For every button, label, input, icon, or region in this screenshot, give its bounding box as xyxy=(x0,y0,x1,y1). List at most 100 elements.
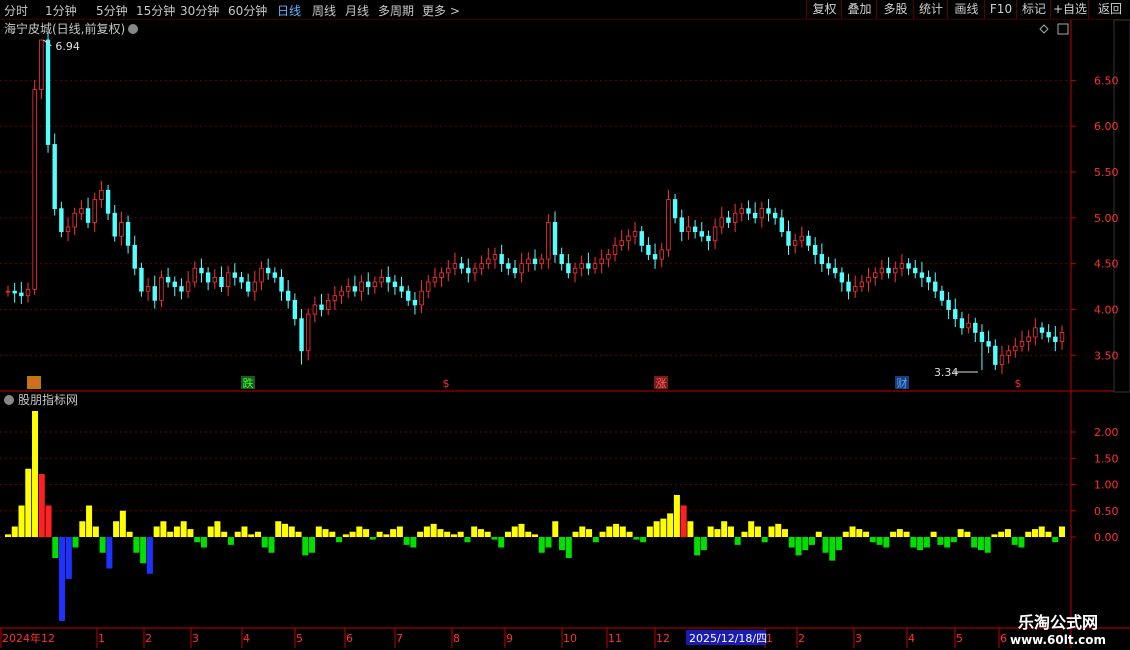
watermark-line2: www.60lt.com xyxy=(1009,633,1107,647)
candle-body xyxy=(412,299,418,306)
time-label-18: 6 xyxy=(1000,632,1007,645)
candle-body xyxy=(826,263,831,269)
candle-body xyxy=(265,267,271,274)
candle-body xyxy=(786,231,791,246)
candle-body xyxy=(712,226,718,242)
indicator-bar xyxy=(268,537,275,553)
price-tick-label-3: 5.00 xyxy=(1094,212,1119,225)
indicator-bar xyxy=(626,531,633,537)
candle-body xyxy=(486,258,491,265)
candle-body xyxy=(359,281,364,292)
candle-body xyxy=(1019,341,1025,347)
candle-body xyxy=(519,263,524,274)
candle-body xyxy=(172,281,177,287)
panel-toggle-icon[interactable] xyxy=(1057,23,1069,35)
indicator-bar xyxy=(45,505,52,537)
candle-body xyxy=(346,286,351,292)
candle-body xyxy=(85,208,91,223)
indicator-bar xyxy=(930,531,937,537)
price-tick-label-0: 6.50 xyxy=(1094,74,1119,87)
indicator-bar xyxy=(471,526,478,537)
indicator-bar xyxy=(869,537,876,543)
indicator-bar xyxy=(849,526,856,537)
indicator-bar xyxy=(991,534,998,537)
candle-body xyxy=(906,263,911,269)
candle-body xyxy=(279,277,284,292)
candle-body xyxy=(179,286,184,292)
watermark-line1: 乐淘公式网 xyxy=(1017,613,1098,632)
indicator-bar xyxy=(248,534,255,537)
price-tick-label-1: 6.00 xyxy=(1094,120,1119,133)
event-marker-0: 榜 xyxy=(29,376,40,390)
candle-body xyxy=(1053,336,1058,342)
indicator-bar xyxy=(59,537,66,621)
candle-body xyxy=(939,290,945,301)
indicator-bar xyxy=(329,531,336,537)
candle-body xyxy=(612,244,618,255)
time-label-5: 5 xyxy=(296,632,303,645)
sub-tick-label-3: 0.50 xyxy=(1094,505,1119,518)
candle-body xyxy=(506,263,511,269)
candle-body xyxy=(459,263,464,269)
indicator-bar xyxy=(160,521,167,537)
watermark: 乐淘公式网 www.60lt.com xyxy=(1008,609,1108,647)
candle-body xyxy=(452,263,458,269)
candle-body xyxy=(472,267,478,274)
candle-body xyxy=(499,254,504,265)
indicator-bar xyxy=(667,513,674,537)
candle-body xyxy=(599,258,604,265)
candle-body xyxy=(512,267,518,274)
candle-body xyxy=(766,208,771,214)
indicator-bar xyxy=(234,531,241,537)
candle-body xyxy=(799,235,805,242)
candle-body xyxy=(92,199,97,223)
indicator-bar xyxy=(572,531,579,537)
time-label-1: 1 xyxy=(98,632,105,645)
candle-body xyxy=(439,272,444,278)
candle-body xyxy=(726,217,731,223)
sub-dropdown-icon[interactable] xyxy=(4,395,14,405)
candle-body xyxy=(1039,327,1045,333)
dropdown-icon[interactable] xyxy=(128,24,138,34)
indicator-bar xyxy=(214,521,221,537)
indicator-bar xyxy=(5,534,11,537)
candle-body xyxy=(719,217,724,228)
indicator-bar xyxy=(700,537,707,551)
indicator-bar xyxy=(1018,537,1025,548)
candle-body xyxy=(552,222,558,255)
candle-body xyxy=(812,244,818,255)
candle-body xyxy=(112,212,117,237)
candle-body xyxy=(532,258,538,265)
candle-body xyxy=(752,212,758,219)
indicator-bar xyxy=(917,537,924,551)
indicator-bar xyxy=(430,523,437,537)
candle-body xyxy=(319,304,324,310)
indicator-bar xyxy=(282,523,289,537)
indicator-bar xyxy=(25,468,32,537)
indicator-bar xyxy=(592,537,599,543)
candle-body xyxy=(759,208,765,219)
sub-tick-label-4: 0.00 xyxy=(1094,531,1119,544)
indicator-bar xyxy=(133,537,140,553)
candle-body xyxy=(159,277,164,301)
indicator-bar xyxy=(984,537,991,553)
candle-body xyxy=(832,267,838,274)
candle-body xyxy=(819,254,825,265)
candle-body xyxy=(606,254,611,260)
indicator-bar xyxy=(349,531,356,537)
indicator-bar xyxy=(518,523,525,537)
time-label-8: 8 xyxy=(453,632,460,645)
candle-body xyxy=(666,199,671,251)
candle-body xyxy=(672,199,678,219)
diamond-icon[interactable] xyxy=(1039,24,1049,34)
candle-body xyxy=(426,281,431,292)
indicator-bar xyxy=(619,526,626,537)
candle-body xyxy=(846,281,851,292)
indicator-bar xyxy=(146,537,153,574)
indicator-bar xyxy=(18,505,25,537)
candle-body xyxy=(619,240,624,246)
indicator-bar xyxy=(883,537,890,548)
indicator-bar xyxy=(396,526,403,537)
indicator-bar xyxy=(977,537,984,551)
time-label-17: 5 xyxy=(956,632,963,645)
